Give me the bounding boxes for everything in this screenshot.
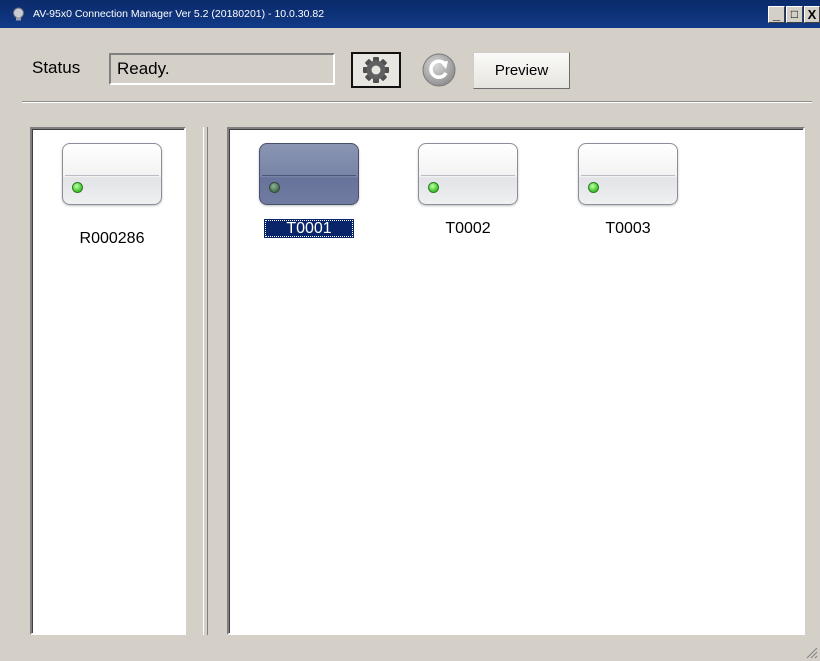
transmitter-label[interactable]: T0002 <box>413 220 523 238</box>
transmitter-device-icon[interactable] <box>578 143 678 205</box>
status-led-icon <box>269 182 280 193</box>
refresh-icon <box>422 53 456 87</box>
title-bar: AV-95x0 Connection Manager Ver 5.2 (2018… <box>0 0 820 28</box>
transmitter-label[interactable]: T0003 <box>573 220 683 238</box>
transmitter-list[interactable]: T0001 T0002 T0003 <box>227 127 805 635</box>
minimize-button[interactable]: _ <box>768 6 785 23</box>
toolbar-separator <box>22 101 812 103</box>
status-label: Status <box>32 58 81 77</box>
refresh-button[interactable] <box>415 52 463 88</box>
device-divider <box>581 175 675 176</box>
device-divider <box>262 175 356 176</box>
transmitter-label-text: T0001 <box>264 219 354 238</box>
maximize-button[interactable]: □ <box>786 6 803 23</box>
gear-icon <box>363 57 389 83</box>
device-divider <box>421 175 515 176</box>
resize-grip-icon[interactable] <box>804 645 818 659</box>
receiver-device-icon[interactable] <box>62 143 162 205</box>
settings-button[interactable] <box>351 52 401 88</box>
preview-button[interactable]: Preview <box>473 52 570 89</box>
status-field: Ready. <box>109 53 335 85</box>
window-title: AV-95x0 Connection Manager Ver 5.2 (2018… <box>33 8 325 20</box>
close-button[interactable]: X <box>804 6 820 23</box>
status-led-icon <box>428 182 439 193</box>
receiver-list[interactable]: R000286 <box>30 127 186 635</box>
receiver-label[interactable]: R000286 <box>57 230 167 248</box>
transmitter-label[interactable]: T0001 <box>254 219 364 238</box>
app-icon <box>13 7 24 21</box>
status-led-icon <box>588 182 599 193</box>
transmitter-device-icon[interactable] <box>418 143 518 205</box>
device-divider <box>65 175 159 176</box>
panel-splitter[interactable] <box>203 127 208 635</box>
status-led-icon <box>72 182 83 193</box>
transmitter-device-icon[interactable] <box>259 143 359 205</box>
